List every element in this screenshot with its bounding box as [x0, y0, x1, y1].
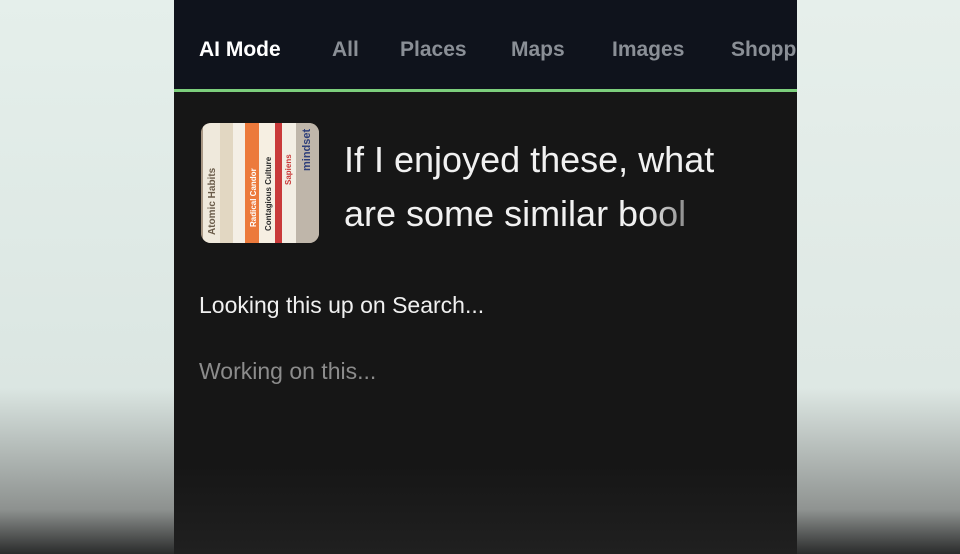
tab-places[interactable]: Places	[400, 38, 467, 62]
book-title: Contagious Culture	[264, 156, 273, 231]
book-spine	[220, 123, 233, 243]
book-title: mindset	[301, 128, 313, 171]
tab-maps[interactable]: Maps	[511, 38, 565, 62]
uploaded-image-thumbnail[interactable]: Atomic Habits Radical Candor Contagious …	[201, 123, 319, 243]
background-right	[797, 0, 960, 554]
tab-images[interactable]: Images	[612, 38, 684, 62]
book-spine	[275, 123, 282, 243]
query-text-fade	[644, 180, 734, 240]
search-tab-bar: AI Mode All Places Maps Images Shopp	[174, 0, 797, 92]
bottom-fade	[174, 464, 797, 554]
tab-ai-mode[interactable]: AI Mode	[199, 38, 281, 62]
bookshelf-photo: Atomic Habits Radical Candor Contagious …	[201, 123, 319, 243]
tab-all[interactable]: All	[332, 38, 359, 62]
book-title: Radical Candor	[249, 168, 258, 227]
search-status-secondary: Working on this...	[199, 358, 377, 384]
book-spine	[233, 123, 245, 243]
search-status-primary: Looking this up on Search...	[199, 292, 485, 318]
book-title: Sapiens	[284, 154, 293, 185]
tab-shopping[interactable]: Shopp	[731, 38, 796, 62]
background-left	[0, 0, 174, 554]
query-line-1: If I enjoyed these, what	[344, 139, 715, 180]
book-title: Atomic Habits	[207, 167, 218, 235]
phone-screen: AI Mode All Places Maps Images Shopp Ato…	[174, 0, 797, 554]
